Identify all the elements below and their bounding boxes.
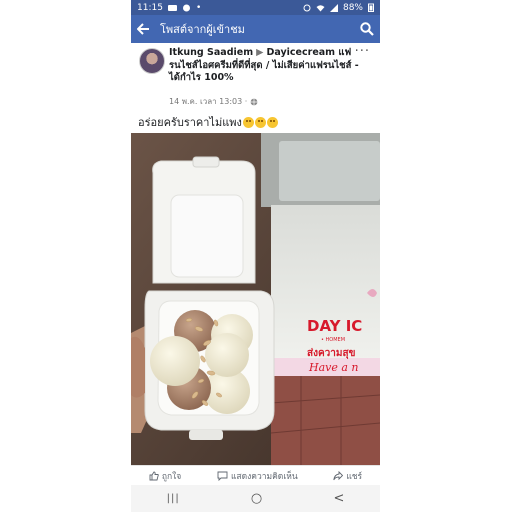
shop-sign-script: Have a n: [308, 361, 359, 374]
post-meta: 14 พ.ค. เวลา 13:03 ·: [169, 95, 258, 108]
app-bar: โพสต์จากผู้เข้าชม: [131, 15, 380, 43]
shop-sign-thai: ส่งความสุข: [307, 347, 356, 359]
post-timestamp[interactable]: 14 พ.ค. เวลา 13:03 ·: [169, 95, 247, 108]
recent-apps-button[interactable]: |||: [167, 493, 180, 504]
phone-screen: 11:15 • 88% โพสต์จากผู้เข้าชม Itkung Saa…: [131, 0, 380, 512]
ice-cream-photo: DAY IC • HOMEM ส่งความสุข Have a n: [131, 133, 380, 465]
wifi-icon: [316, 4, 325, 11]
thumbs-up-icon: [149, 471, 159, 480]
notification-icon: [167, 4, 177, 11]
status-bar: 11:15 • 88%: [131, 0, 380, 15]
comment-icon: [217, 471, 228, 481]
avatar[interactable]: [139, 48, 165, 74]
comment-label: แสดงความคิดเห็น: [230, 471, 298, 482]
signal-icon: [329, 3, 338, 12]
back-button[interactable]: <: [333, 491, 344, 506]
share-icon: [333, 470, 344, 480]
share-label: แชร์: [346, 471, 363, 482]
globe-icon: [250, 98, 258, 105]
shop-sign-text: DAY IC: [307, 317, 362, 335]
more-notifications-icon: •: [195, 2, 202, 13]
home-button[interactable]: ○: [251, 491, 262, 506]
battery-level: 88%: [342, 2, 363, 13]
like-button[interactable]: ถูกใจ: [149, 469, 181, 483]
smile-emoji-icon: [242, 116, 254, 128]
like-label: ถูกใจ: [161, 471, 182, 482]
smile-emoji-icon: [254, 116, 266, 128]
smile-emoji-icon: [266, 116, 278, 128]
more-options-icon[interactable]: ···: [355, 44, 370, 59]
search-icon[interactable]: [360, 22, 374, 36]
post-message: อร่อยครับราคาไม่แพง: [138, 116, 242, 129]
post-photo[interactable]: DAY IC • HOMEM ส่งความสุข Have a n: [131, 133, 380, 465]
system-nav-bar: ||| ○ <: [131, 485, 380, 512]
post-actions: ถูกใจ แสดงความคิดเห็น แชร์: [131, 465, 380, 485]
shop-sign-sub: • HOMEM: [321, 337, 345, 343]
post-author-line: Itkung Saadiem ▶ Dayicecream แฟรนไชส์ไอศ…: [169, 47, 359, 85]
battery-icon: [368, 3, 374, 12]
comment-button[interactable]: แสดงความคิดเห็น: [217, 469, 298, 483]
post-text: อร่อยครับราคาไม่แพง: [138, 113, 278, 131]
share-button[interactable]: แชร์: [333, 469, 362, 483]
post-header: Itkung Saadiem ▶ Dayicecream แฟรนไชส์ไอศ…: [131, 43, 380, 109]
triangle-right-icon: ▶: [256, 47, 264, 58]
app-bar-title: โพสต์จากผู้เข้าชม: [160, 23, 245, 36]
arrow-left-icon[interactable]: [137, 23, 150, 35]
alarm-icon: [303, 4, 311, 11]
author-name[interactable]: Itkung Saadiem: [169, 47, 253, 58]
status-time: 11:15: [137, 2, 163, 13]
notification-icon: [182, 4, 190, 11]
